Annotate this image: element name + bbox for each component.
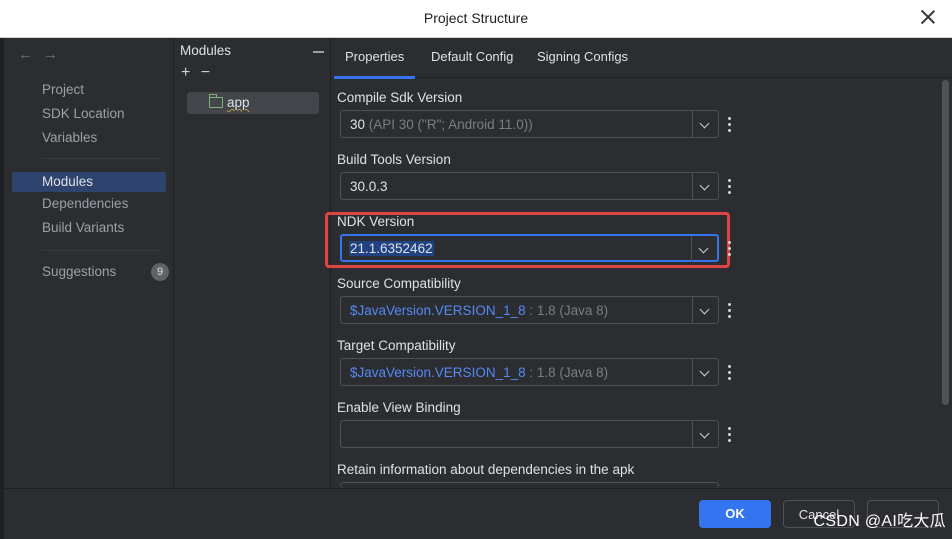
chevron-down-icon — [699, 180, 710, 191]
dropdown-button[interactable] — [692, 421, 718, 447]
chevron-down-icon — [699, 118, 710, 129]
dropdown-button[interactable] — [692, 359, 718, 385]
collapse-icon[interactable] — [313, 51, 324, 53]
sidebar-item-build-variants[interactable]: Build Variants — [12, 218, 166, 238]
more-options-icon[interactable] — [728, 117, 732, 133]
sidebar-item-sdk-location[interactable]: SDK Location — [12, 104, 166, 124]
chevron-down-icon — [699, 304, 710, 315]
source-compat-label: Source Compatibility — [337, 276, 461, 291]
module-label: app — [227, 95, 250, 110]
window-title: Project Structure — [423, 10, 529, 26]
build-tools-label: Build Tools Version — [337, 152, 451, 167]
target-compat-combo[interactable]: $JavaVersion.VERSION_1_8 : 1.8 (Java 8) — [340, 358, 719, 386]
target-compat-label: Target Compatibility — [337, 338, 456, 353]
dropdown-button[interactable] — [691, 236, 717, 262]
modules-panel: Modules + − app — [175, 38, 331, 488]
sidebar-item-project[interactable]: Project — [12, 80, 166, 100]
dialog-footer: OK Cancel CSDN @AI吃大瓜 — [4, 488, 952, 539]
suggestions-badge: 9 — [151, 263, 169, 281]
more-options-icon[interactable] — [728, 179, 732, 195]
view-binding-label: Enable View Binding — [337, 400, 461, 415]
back-arrow-icon[interactable]: ← — [18, 46, 43, 63]
ndk-input[interactable]: 21.1.6352462 — [349, 241, 434, 256]
sidebar-item-modules[interactable]: Modules — [12, 172, 166, 192]
sidebar-item-variables[interactable]: Variables — [12, 128, 166, 148]
more-options-icon[interactable] — [728, 365, 732, 381]
tab-bar: Properties Default Config Signing Config… — [332, 38, 952, 79]
sidebar-item-suggestions[interactable]: Suggestions 9 — [12, 262, 169, 282]
scrollbar[interactable] — [942, 80, 949, 405]
modules-toolbar: + − — [181, 64, 210, 82]
divider — [42, 158, 160, 159]
forward-arrow-icon[interactable]: → — [43, 46, 68, 63]
tab-default-config[interactable]: Default Config — [431, 49, 513, 64]
tab-signing-configs[interactable]: Signing Configs — [537, 49, 628, 64]
chevron-down-icon — [698, 243, 709, 254]
ok-button[interactable]: OK — [699, 500, 771, 528]
module-item-app[interactable]: app — [187, 92, 319, 114]
title-bar: Project Structure — [0, 0, 952, 38]
ndk-label: NDK Version — [337, 214, 415, 229]
remove-icon[interactable]: − — [201, 64, 210, 81]
close-icon[interactable] — [920, 9, 936, 25]
view-binding-combo[interactable] — [340, 420, 719, 448]
divider — [42, 250, 160, 251]
sidebar: ←→ Project SDK Location Variables Module… — [4, 38, 174, 488]
dropdown-button[interactable] — [692, 173, 718, 199]
compile-sdk-combo[interactable]: 30 (API 30 ("R"; Android 11.0)) — [340, 110, 719, 138]
dropdown-button[interactable] — [692, 297, 718, 323]
module-folder-icon — [208, 94, 223, 108]
ndk-combo[interactable]: 21.1.6352462 — [340, 234, 719, 262]
chevron-down-icon — [699, 428, 710, 439]
properties-panel: Properties Default Config Signing Config… — [325, 38, 952, 488]
compile-sdk-label: Compile Sdk Version — [337, 90, 463, 105]
more-options-icon[interactable] — [728, 427, 732, 443]
sidebar-item-dependencies[interactable]: Dependencies — [12, 194, 166, 214]
more-options-icon[interactable] — [728, 241, 732, 257]
source-compat-combo[interactable]: $JavaVersion.VERSION_1_8 : 1.8 (Java 8) — [340, 296, 719, 324]
more-options-icon[interactable] — [728, 303, 732, 319]
nav-arrows: ←→ — [18, 46, 68, 63]
watermark: CSDN @AI吃大瓜 — [813, 513, 946, 530]
build-tools-combo[interactable]: 30.0.3 — [340, 172, 719, 200]
dropdown-button[interactable] — [692, 111, 718, 137]
modules-header: Modules — [180, 43, 232, 58]
tab-properties[interactable]: Properties — [333, 49, 416, 79]
retain-info-label: Retain information about dependencies in… — [337, 462, 635, 477]
chevron-down-icon — [699, 366, 710, 377]
add-icon[interactable]: + — [181, 64, 190, 81]
